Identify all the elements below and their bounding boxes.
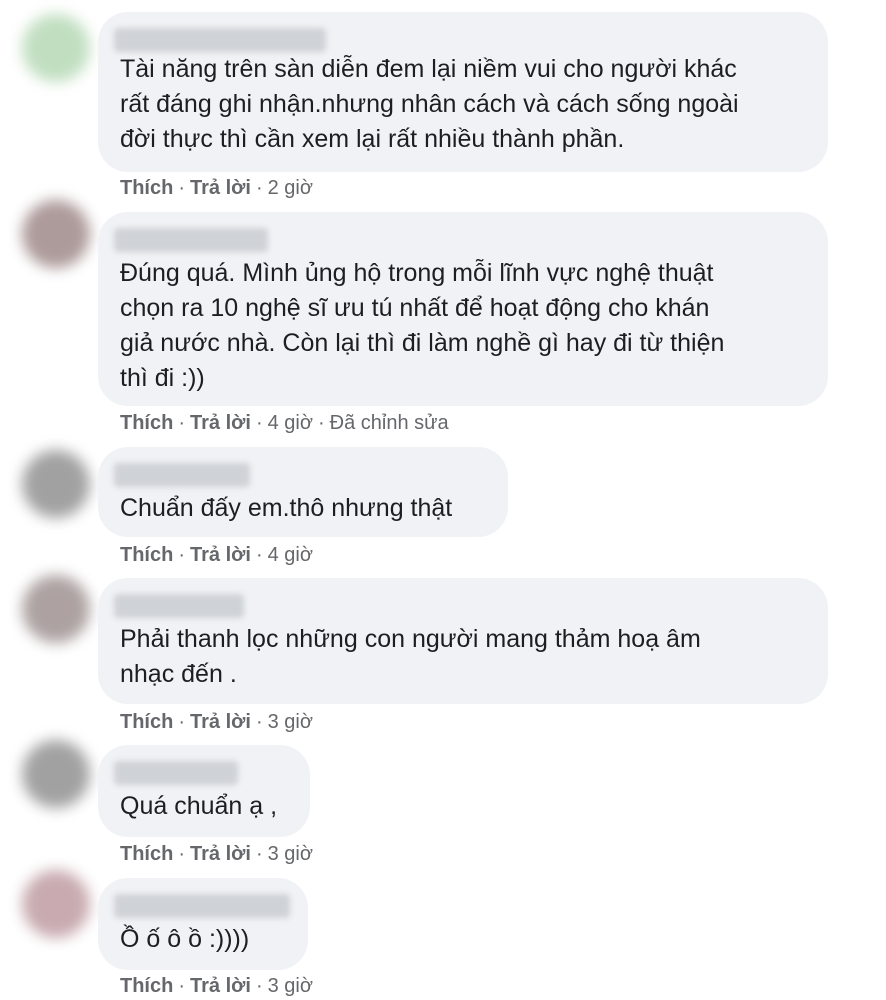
comment-actions: Thích · Trả lời · 3 giờ <box>120 710 313 734</box>
comment-text: Quá chuẩn ạ , <box>120 792 278 820</box>
reply-link[interactable]: Trả lời <box>190 412 251 434</box>
timestamp[interactable]: 2 giờ <box>268 177 313 199</box>
commenter-name[interactable] <box>114 594 244 618</box>
avatar[interactable] <box>22 14 90 82</box>
separator: · <box>178 975 186 997</box>
separator: · <box>178 177 186 199</box>
edited-label[interactable]: Đã chỉnh sửa <box>330 412 449 434</box>
separator: · <box>317 412 325 434</box>
comment-bubble: Quá chuẩn ạ , <box>98 745 310 837</box>
commenter-name[interactable] <box>114 463 250 487</box>
comment-bubble: Phải thanh lọc những con người mang thảm… <box>98 578 828 704</box>
comment-bubble: Đúng quá. Mình ủng hộ trong mỗi lĩnh vực… <box>98 212 828 406</box>
like-link[interactable]: Thích <box>120 177 173 199</box>
commenter-name[interactable] <box>114 28 326 52</box>
comment-actions: Thích · Trả lời · 4 giờ · Đã chỉnh sửa <box>120 411 449 435</box>
commenter-name[interactable] <box>114 894 290 918</box>
comment-bubble: Chuẩn đấy em.thô nhưng thật <box>98 447 508 537</box>
separator: · <box>255 177 263 199</box>
like-link[interactable]: Thích <box>120 711 173 733</box>
comment-bubble: Ồ ố ô ồ :)))) <box>98 878 308 970</box>
separator: · <box>255 711 263 733</box>
reply-link[interactable]: Trả lời <box>190 711 251 733</box>
like-link[interactable]: Thích <box>120 975 173 997</box>
comment-actions: Thích · Trả lời · 2 giờ <box>120 176 313 200</box>
timestamp[interactable]: 3 giờ <box>268 843 313 865</box>
reply-link[interactable]: Trả lời <box>190 544 251 566</box>
comment-actions: Thích · Trả lời · 3 giờ <box>120 842 313 866</box>
separator: · <box>255 544 263 566</box>
comment-text: Ồ ố ô ồ :)))) <box>120 925 250 953</box>
like-link[interactable]: Thích <box>120 544 173 566</box>
timestamp[interactable]: 4 giờ <box>268 412 313 434</box>
separator: · <box>255 412 263 434</box>
comment-text: Tài năng trên sàn diễn đem lại niềm vui … <box>120 55 739 153</box>
comment-actions: Thích · Trả lời · 4 giờ <box>120 543 313 567</box>
separator: · <box>255 843 263 865</box>
reply-link[interactable]: Trả lời <box>190 177 251 199</box>
separator: · <box>178 711 186 733</box>
separator: · <box>255 975 263 997</box>
timestamp[interactable]: 4 giờ <box>268 544 313 566</box>
comment-actions: Thích · Trả lời · 3 giờ <box>120 974 313 998</box>
commenter-name[interactable] <box>114 228 268 252</box>
comment-text: Chuẩn đấy em.thô nhưng thật <box>120 494 453 522</box>
avatar[interactable] <box>22 575 90 643</box>
reply-link[interactable]: Trả lời <box>190 975 251 997</box>
comment-bubble: Tài năng trên sàn diễn đem lại niềm vui … <box>98 12 828 172</box>
timestamp[interactable]: 3 giờ <box>268 975 313 997</box>
commenter-name[interactable] <box>114 761 238 785</box>
like-link[interactable]: Thích <box>120 412 173 434</box>
separator: · <box>178 412 186 434</box>
avatar[interactable] <box>22 740 90 808</box>
timestamp[interactable]: 3 giờ <box>268 711 313 733</box>
like-link[interactable]: Thích <box>120 843 173 865</box>
comment-text: Phải thanh lọc những con người mang thảm… <box>120 625 701 688</box>
avatar[interactable] <box>22 200 90 268</box>
separator: · <box>178 843 186 865</box>
separator: · <box>178 544 186 566</box>
avatar[interactable] <box>22 870 90 938</box>
comment-text: Đúng quá. Mình ủng hộ trong mỗi lĩnh vực… <box>120 259 725 392</box>
reply-link[interactable]: Trả lời <box>190 843 251 865</box>
avatar[interactable] <box>22 450 90 518</box>
